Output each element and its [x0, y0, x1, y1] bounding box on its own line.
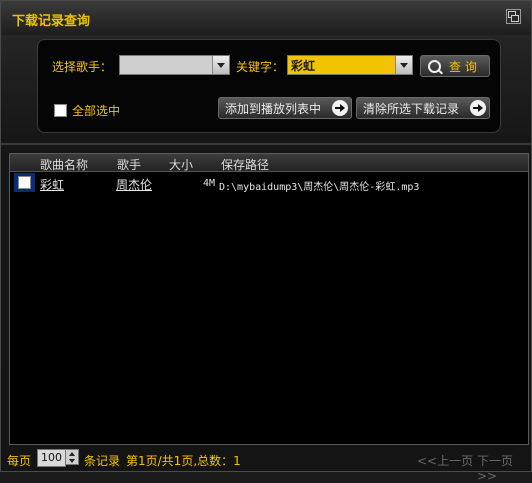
- select-all-checkbox[interactable]: [54, 104, 67, 117]
- per-page-label: 每页: [7, 454, 32, 468]
- arrow-right-icon: [332, 100, 348, 116]
- spinner-up-icon[interactable]: [69, 452, 75, 456]
- row-selection-highlight[interactable]: [14, 173, 35, 192]
- keyword-value[interactable]: 彩虹: [291, 57, 315, 74]
- search-button[interactable]: 查 询: [420, 55, 490, 77]
- song-title-link[interactable]: 彩虹: [40, 176, 64, 193]
- search-panel: 选择歌手： 关键字： 彩虹 查 询 全部选中 添加到播放列表中 清除所选下载记录: [37, 39, 501, 133]
- prev-page-link[interactable]: <<上一页: [417, 452, 473, 469]
- arrow-right-icon: [470, 100, 486, 116]
- column-header-singer[interactable]: 歌手: [117, 156, 141, 173]
- select-all-label[interactable]: 全部选中: [72, 102, 120, 119]
- save-path: D:\mybaidump3\周杰伦\周杰伦-彩虹.mp3: [219, 182, 420, 193]
- list-header: 歌曲名称 歌手 大小 保存路径: [10, 154, 528, 172]
- keyword-label: 关键字：: [236, 60, 285, 74]
- spinner-down-icon[interactable]: [69, 459, 75, 463]
- title-bar[interactable]: 下载记录查询: [1, 1, 531, 35]
- records-label: 条记录: [84, 454, 121, 468]
- chevron-down-icon[interactable]: [212, 56, 229, 74]
- keyword-combo[interactable]: 彩虹: [287, 55, 413, 75]
- page-size-input[interactable]: 100: [37, 449, 66, 467]
- divider: [1, 143, 531, 145]
- column-header-size[interactable]: 大小: [169, 156, 193, 173]
- clear-selected-button[interactable]: 清除所选下载记录: [356, 97, 490, 119]
- window-title: 下载记录查询: [12, 14, 91, 29]
- column-header-song[interactable]: 歌曲名称: [40, 156, 88, 173]
- add-to-playlist-label: 添加到播放列表中: [225, 102, 322, 116]
- pagination-bar: 每页 100 条记录 第1页/共1页,总数：1 <<上一页 下一页>>: [1, 447, 531, 483]
- page-info: 第1页/共1页,总数：1: [126, 454, 241, 468]
- singer-dropdown[interactable]: [119, 55, 230, 75]
- file-size: 4M: [203, 178, 216, 189]
- search-button-label: 查 询: [449, 60, 477, 74]
- clear-selected-label: 清除所选下载记录: [363, 102, 460, 116]
- download-records-list[interactable]: 歌曲名称 歌手 大小 保存路径 彩虹 周杰伦 4M D:\mybaidump3\…: [9, 153, 529, 445]
- singer-label: 选择歌手：: [52, 60, 113, 74]
- chevron-down-icon[interactable]: [395, 56, 412, 74]
- restore-window-icon[interactable]: [506, 9, 521, 24]
- next-page-link[interactable]: 下一页>>: [477, 452, 531, 483]
- row-checkbox[interactable]: [18, 176, 31, 189]
- column-header-path[interactable]: 保存路径: [221, 156, 269, 173]
- page-size-spinner[interactable]: [65, 449, 79, 465]
- download-history-window: 下载记录查询 选择歌手： 关键字： 彩虹 查 询 全部选中 添加到播放列表中 清…: [0, 0, 532, 483]
- search-icon: [428, 60, 441, 73]
- add-to-playlist-button[interactable]: 添加到播放列表中: [218, 97, 352, 119]
- singer-link[interactable]: 周杰伦: [116, 176, 152, 193]
